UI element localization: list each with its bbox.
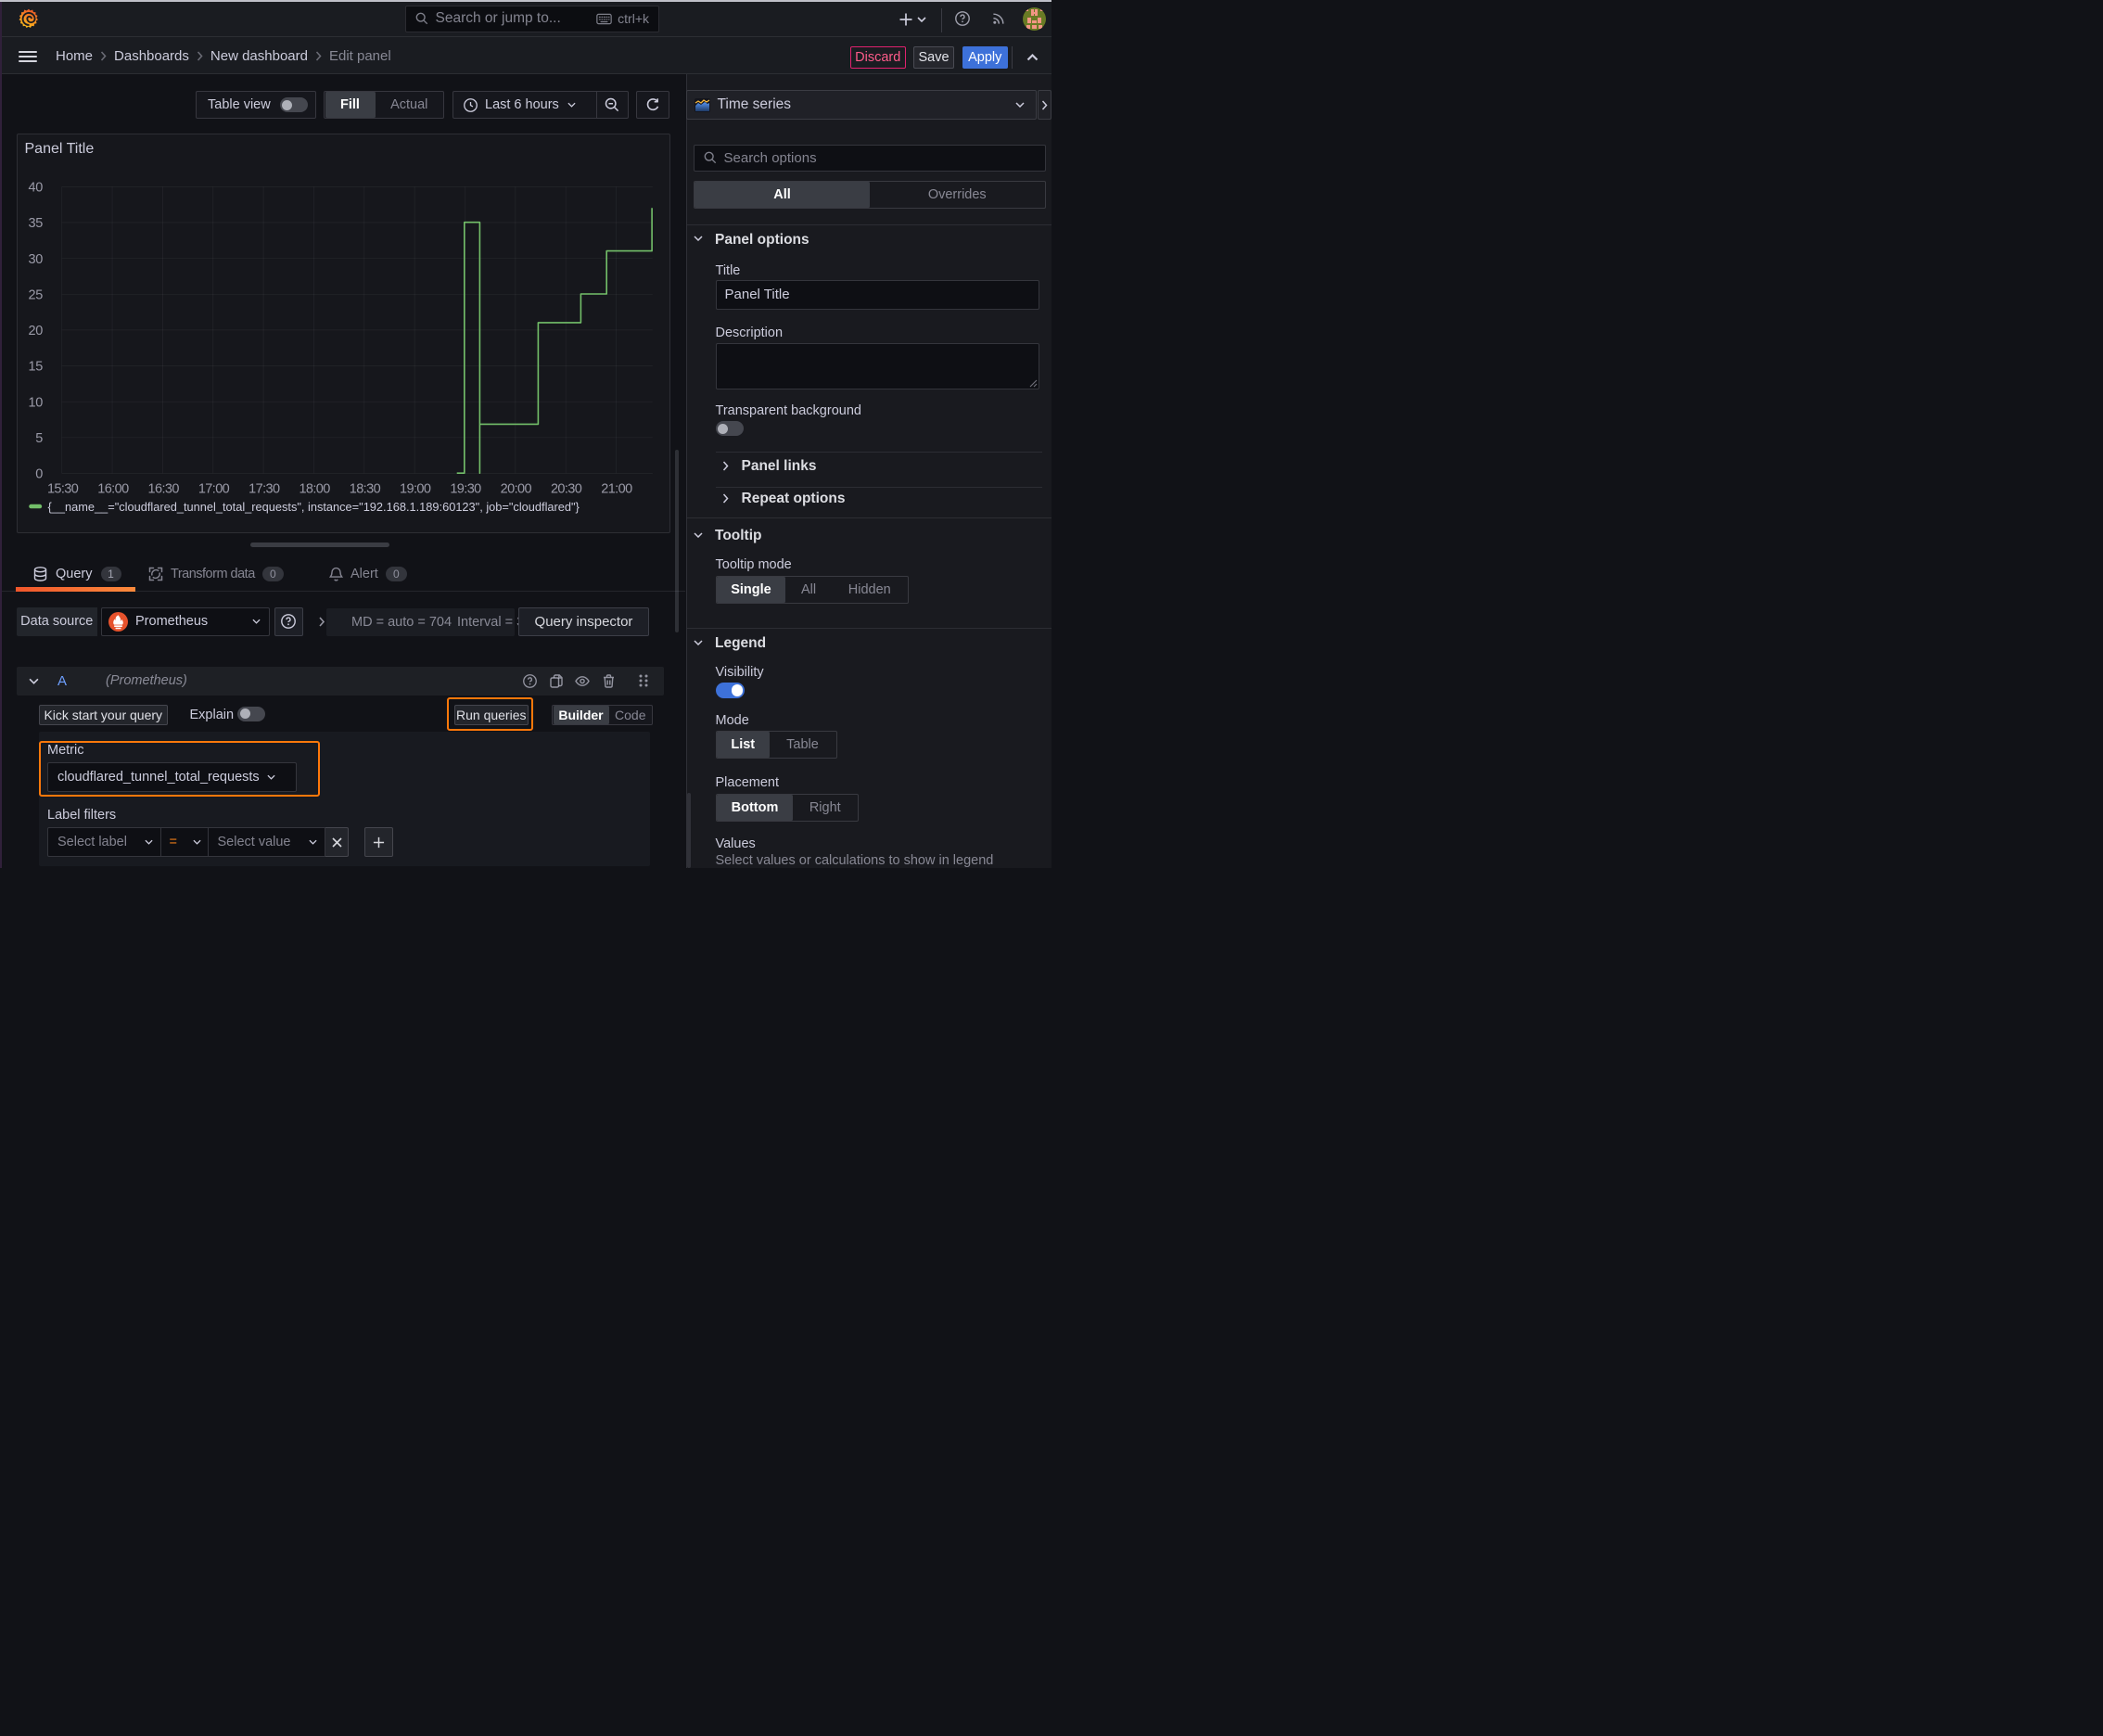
- svg-text:35: 35: [28, 216, 43, 231]
- svg-text:20: 20: [28, 324, 43, 338]
- svg-text:21:00: 21:00: [601, 481, 632, 496]
- svg-text:19:00: 19:00: [400, 481, 431, 496]
- svg-text:17:30: 17:30: [249, 481, 280, 496]
- svg-text:16:00: 16:00: [97, 481, 129, 496]
- svg-text:16:30: 16:30: [148, 481, 180, 496]
- svg-text:19:30: 19:30: [450, 481, 481, 496]
- svg-text:40: 40: [28, 180, 43, 195]
- svg-text:{__name__="cloudflared_tunnel_: {__name__="cloudflared_tunnel_total_requ…: [48, 500, 580, 514]
- svg-text:18:00: 18:00: [299, 481, 330, 496]
- svg-text:10: 10: [28, 395, 43, 410]
- svg-text:17:00: 17:00: [198, 481, 230, 496]
- svg-text:20:30: 20:30: [551, 481, 582, 496]
- svg-text:15: 15: [28, 359, 43, 374]
- svg-text:5: 5: [35, 430, 43, 445]
- svg-text:18:30: 18:30: [350, 481, 381, 496]
- svg-text:25: 25: [28, 287, 43, 302]
- svg-text:20:00: 20:00: [501, 481, 532, 496]
- svg-text:30: 30: [28, 251, 43, 266]
- svg-text:15:30: 15:30: [47, 481, 79, 496]
- svg-text:0: 0: [35, 466, 43, 481]
